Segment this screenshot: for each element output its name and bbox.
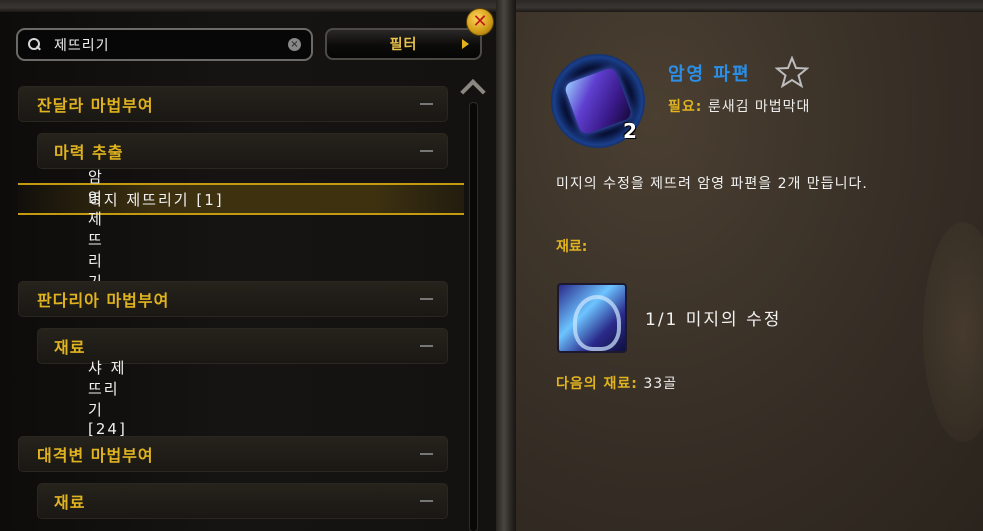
cost-line: 다음의 재료: 33골 (556, 373, 677, 393)
recipe-item-selected[interactable]: 미지 제뜨리기 [1] (18, 183, 464, 215)
item-count: 2 (623, 119, 637, 143)
category-header[interactable]: 잔달라 마법부여 (18, 86, 448, 122)
favorite-star-icon[interactable] (775, 56, 809, 88)
category-header[interactable]: 판다리아 마법부여 (18, 281, 448, 317)
subcategory-header[interactable]: 마력 추출 (37, 133, 448, 169)
collapse-icon (420, 453, 433, 455)
collapse-icon (420, 500, 433, 502)
scrollbar[interactable] (459, 78, 487, 531)
category-label: 잔달라 마법부여 (37, 96, 154, 115)
scroll-track[interactable] (469, 102, 478, 531)
recipe-label: 샤 제뜨리기 [24] (88, 358, 127, 438)
collapse-icon (420, 103, 433, 105)
subcategory-label: 마력 추출 (54, 143, 124, 162)
recipe-item[interactable]: 샤 제뜨리기 [24] (18, 359, 127, 438)
filter-arrow-icon (462, 39, 469, 49)
requires-value: 룬새김 마법막대 (707, 99, 811, 115)
collapse-icon (420, 345, 433, 347)
clear-search-icon[interactable]: × (288, 38, 301, 51)
subcategory-header[interactable]: 재료 (37, 483, 448, 519)
search-icon (28, 37, 42, 52)
materials-header: 재료: (556, 239, 588, 255)
filter-button[interactable]: 필터 (325, 28, 482, 60)
material-item-icon[interactable] (557, 283, 627, 353)
close-icon: ✕ (472, 11, 488, 32)
cost-label: 다음의 재료: (556, 376, 638, 392)
requires-label: 필요: (668, 99, 703, 115)
subcategory-label: 재료 (54, 493, 86, 512)
subcategory-label: 재료 (54, 338, 86, 357)
search-value: 제뜨리기 (54, 37, 110, 54)
material-text: 1/1 미지의 수정 (645, 310, 782, 330)
window-top-frame (0, 0, 983, 12)
panel-divider (496, 0, 516, 531)
search-input[interactable]: 제뜨리기 × (16, 28, 313, 61)
filter-label: 필터 (389, 37, 418, 53)
requires-line: 필요: 룬새김 마법막대 (668, 96, 810, 116)
close-button[interactable]: ✕ (466, 8, 494, 36)
recipe-item[interactable]: 암영 제뜨리기 [1] (18, 168, 115, 310)
recipe-description: 미지의 수정을 제뜨려 암영 파편을 2개 만듭니다. (556, 176, 868, 192)
collapse-icon (420, 298, 433, 300)
collapse-icon (420, 150, 433, 152)
background-art (923, 222, 983, 442)
category-header[interactable]: 대격변 마법부여 (18, 436, 448, 472)
category-label: 대격변 마법부여 (37, 446, 154, 465)
scroll-up-icon[interactable] (459, 78, 487, 96)
cost-value: 33골 (643, 376, 678, 392)
item-name[interactable]: 암영 파편 (668, 60, 751, 86)
category-label: 판다리아 마법부여 (37, 291, 170, 310)
